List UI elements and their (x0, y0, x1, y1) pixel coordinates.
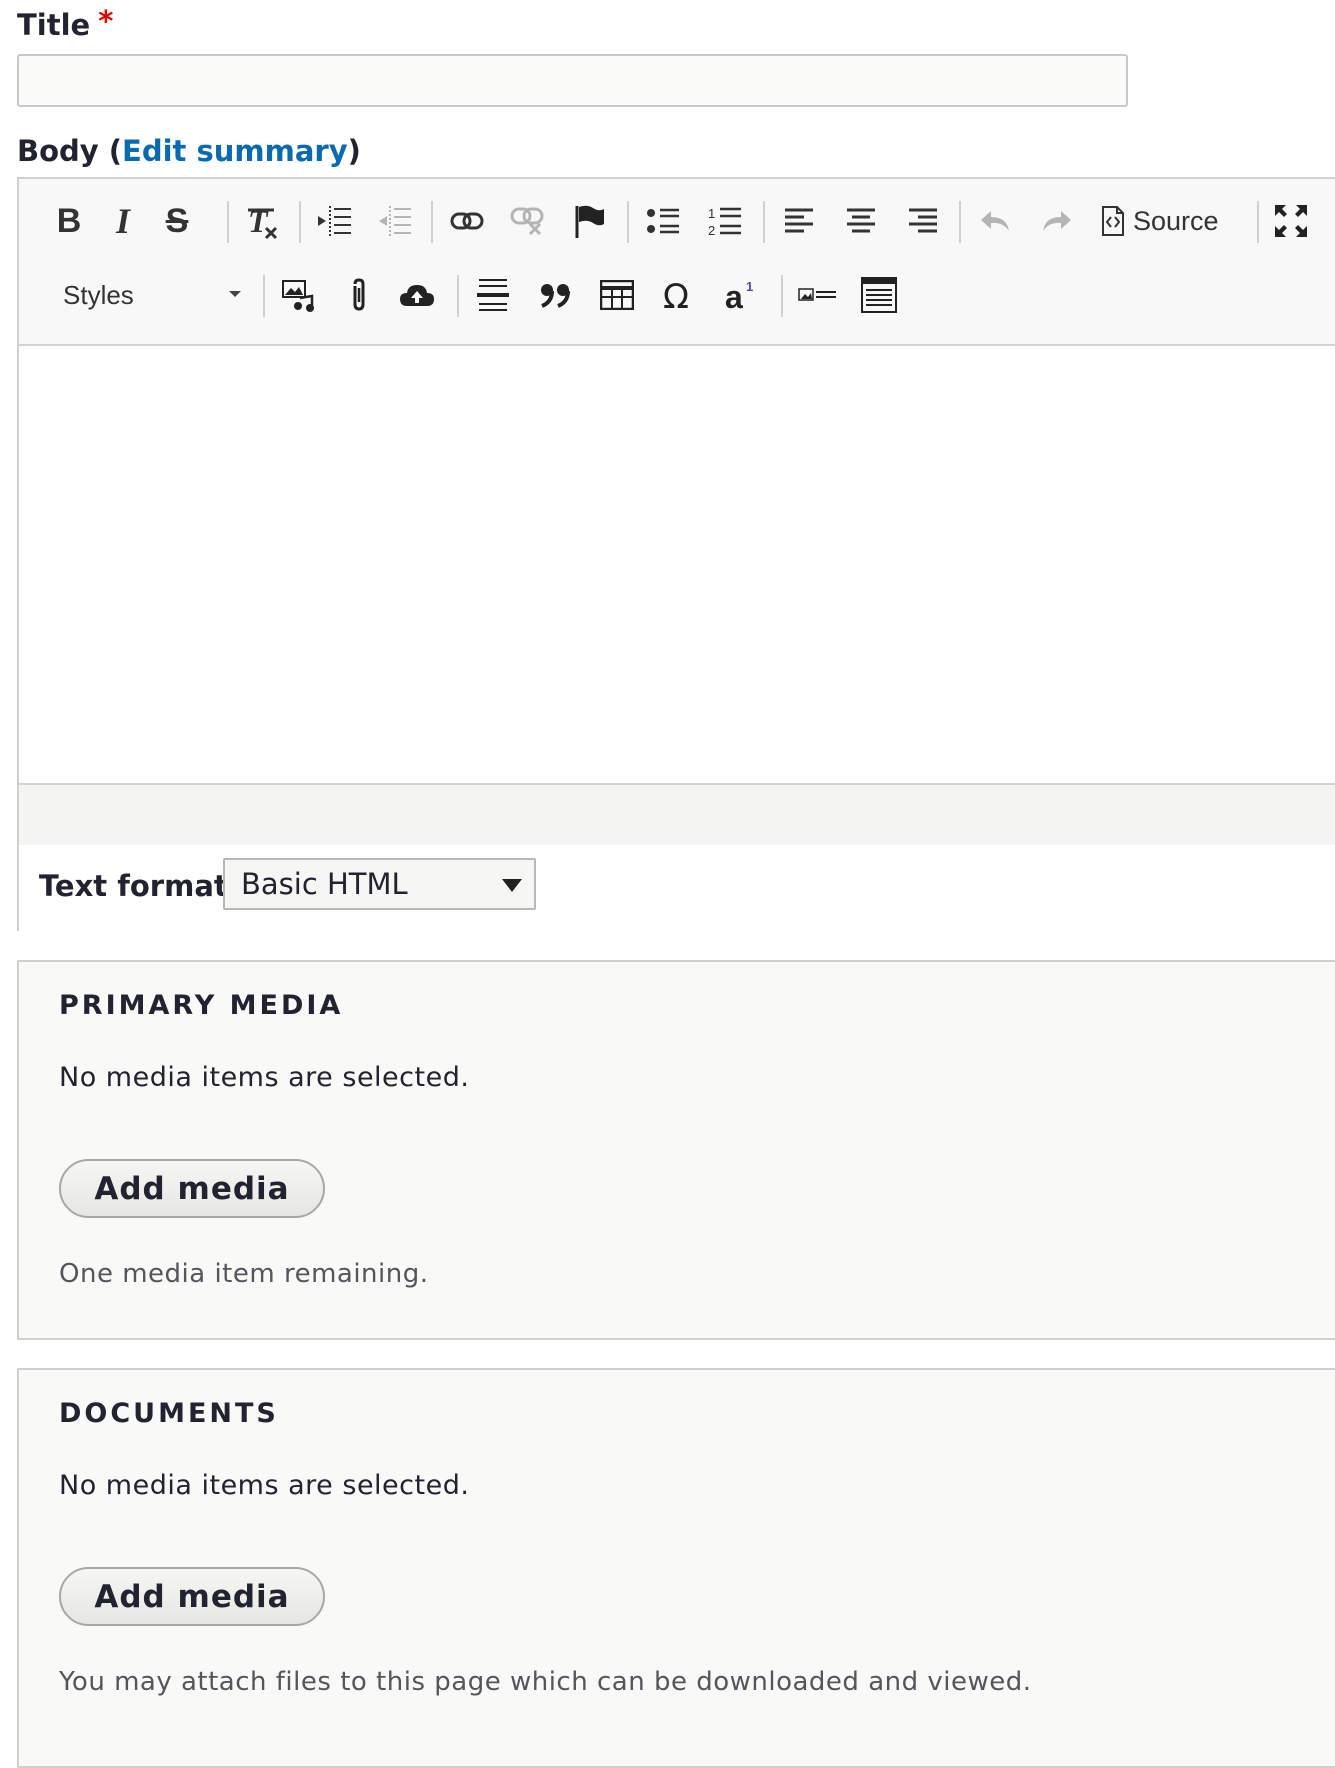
image-caption-icon[interactable] (795, 269, 839, 321)
chevron-down-icon (229, 291, 241, 297)
svg-text:Ω: Ω (663, 278, 689, 312)
body-label-prefix: Body ( (17, 134, 123, 168)
horizontal-rule-icon[interactable] (471, 269, 515, 321)
toolbar-separator (627, 201, 629, 243)
table-icon[interactable] (595, 269, 639, 321)
align-left-icon[interactable] (777, 195, 821, 247)
svg-text:a: a (725, 279, 743, 312)
svg-text:1: 1 (746, 279, 753, 294)
template-icon[interactable] (857, 269, 901, 321)
italic-glyph: I (115, 201, 130, 241)
text-format-row: Text format Basic HTML (19, 845, 1335, 931)
svg-text:T: T (248, 203, 269, 239)
toolbar-separator (781, 275, 783, 317)
toolbar-separator (431, 201, 433, 243)
toolbar-separator (763, 201, 765, 243)
edit-summary-link[interactable]: Edit summary (122, 134, 348, 168)
toolbar-separator (1257, 201, 1259, 243)
documents-empty-text: No media items are selected. (59, 1470, 470, 1501)
bold-glyph: B (56, 201, 82, 240)
styles-label: Styles (63, 279, 134, 310)
maximize-icon[interactable] (1269, 195, 1313, 247)
text-format-value: Basic HTML (241, 867, 408, 901)
cloud-upload-icon[interactable] (395, 269, 439, 321)
toolbar-separator (263, 275, 265, 317)
required-marker: * (98, 4, 114, 38)
editor-toolbar: B I S T 12 Source Styles Ω a 1 (19, 179, 1335, 346)
outdent-icon[interactable] (373, 195, 417, 247)
text-format-label: Text format (39, 869, 228, 903)
svg-text:1: 1 (708, 206, 715, 221)
anchor-flag-icon[interactable] (567, 195, 611, 247)
body-label: Body (Edit summary) (17, 134, 361, 168)
text-format-select[interactable]: Basic HTML (223, 858, 536, 910)
undo-icon[interactable] (973, 195, 1017, 247)
bold-icon[interactable]: B (47, 195, 91, 247)
primary-media-description: One media item remaining. (59, 1259, 429, 1289)
strikethrough-icon[interactable]: S (155, 195, 199, 247)
align-right-icon[interactable] (901, 195, 945, 247)
unlink-icon[interactable] (505, 195, 549, 247)
superscript-icon[interactable]: a1 (719, 269, 763, 321)
documents-title: DOCUMENTS (59, 1398, 279, 1429)
toolbar-separator (299, 201, 301, 243)
svg-text:2: 2 (708, 223, 715, 237)
attachment-icon[interactable] (337, 269, 381, 321)
bulleted-list-icon[interactable] (641, 195, 685, 247)
remove-format-icon[interactable]: T (241, 195, 285, 247)
body-label-suffix: ) (347, 134, 361, 168)
source-icon (1101, 205, 1125, 237)
media-embed-icon[interactable] (277, 269, 321, 321)
toolbar-separator (959, 201, 961, 243)
toolbar-separator (457, 275, 459, 317)
body-editor: B I S T 12 Source Styles Ω a 1 Text form… (17, 177, 1335, 931)
title-label: Title * (17, 4, 113, 42)
indent-icon[interactable] (313, 195, 357, 247)
strike-glyph: S (165, 201, 189, 240)
blockquote-icon[interactable] (533, 269, 577, 321)
primary-media-title: PRIMARY MEDIA (59, 990, 344, 1021)
dropdown-arrow-icon (502, 879, 522, 892)
primary-media-empty-text: No media items are selected. (59, 1062, 470, 1093)
numbered-list-icon[interactable]: 12 (703, 195, 747, 247)
documents-description: You may attach files to this page which … (59, 1667, 1032, 1697)
align-center-icon[interactable] (839, 195, 883, 247)
primary-media-fieldset: PRIMARY MEDIA No media items are selecte… (17, 960, 1335, 1340)
link-icon[interactable] (445, 195, 489, 247)
source-button[interactable]: Source (1101, 195, 1251, 247)
title-label-text: Title (17, 8, 91, 42)
documents-fieldset: DOCUMENTS No media items are selected. A… (17, 1368, 1335, 1768)
styles-dropdown[interactable]: Styles (63, 269, 249, 321)
documents-add-button[interactable]: Add media (59, 1567, 325, 1626)
primary-media-add-button[interactable]: Add media (59, 1159, 325, 1218)
editor-path-bar (19, 783, 1335, 847)
toolbar-separator (227, 201, 229, 243)
editor-content-area[interactable] (19, 346, 1335, 783)
italic-icon[interactable]: I (101, 195, 145, 247)
redo-icon[interactable] (1035, 195, 1079, 247)
title-input[interactable] (17, 54, 1128, 107)
special-char-icon[interactable]: Ω (657, 269, 701, 321)
source-label: Source (1133, 205, 1219, 236)
